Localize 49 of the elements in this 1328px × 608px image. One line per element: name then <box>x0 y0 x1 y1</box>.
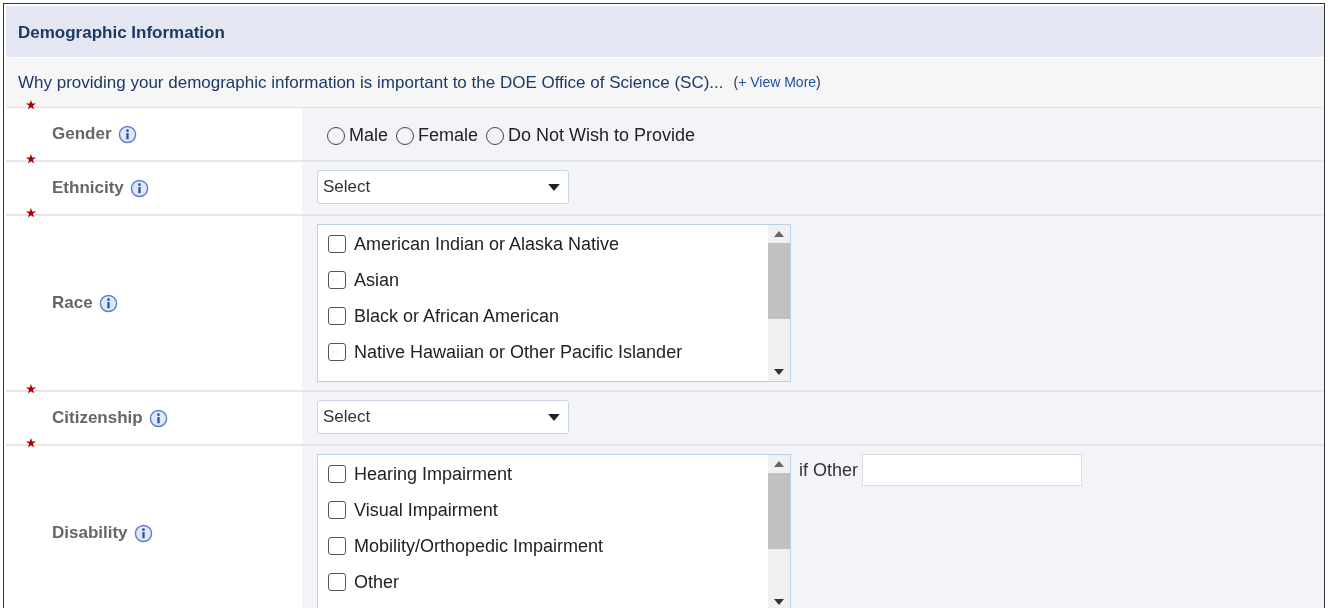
view-more-link[interactable]: + View More <box>738 73 817 90</box>
option-label: Mobility/Orthopedic Impairment <box>354 534 604 558</box>
checkbox[interactable] <box>328 307 346 325</box>
option-label: Hearing Impairment <box>354 462 513 486</box>
field-label: Citizenship <box>52 407 143 430</box>
option-label: Visual Impairment <box>354 498 498 522</box>
checkbox[interactable] <box>328 501 346 519</box>
field-label: Disability <box>52 522 128 545</box>
scroll-down-icon[interactable] <box>774 599 784 605</box>
select-value: Select <box>323 176 371 199</box>
scrollbar[interactable] <box>768 455 790 608</box>
scrollbar[interactable] <box>768 225 790 381</box>
scroll-up-icon[interactable] <box>774 461 784 467</box>
field-label: Ethnicity <box>52 177 124 200</box>
option-label: Do Not Wish to Provide <box>508 124 696 147</box>
option-label: Asian <box>354 268 400 292</box>
other-input-field[interactable] <box>862 454 1083 486</box>
option-label: Other <box>354 570 400 594</box>
checkbox[interactable] <box>328 343 346 361</box>
select-dropdown[interactable]: Select <box>317 170 569 204</box>
field-label: Gender <box>52 123 112 146</box>
option-label: American Indian or Alaska Native <box>354 232 620 256</box>
option-label: Native Hawaiian or Other Pacific Islander <box>354 340 683 364</box>
option-label: Female <box>418 124 479 147</box>
scroll-down-icon[interactable] <box>774 369 784 375</box>
info-icon[interactable] <box>133 523 153 543</box>
checkbox[interactable] <box>328 271 346 289</box>
info-icon[interactable] <box>98 293 118 313</box>
option-label: Male <box>349 124 388 147</box>
select-value: Select <box>323 406 371 429</box>
section-title: Demographic Information <box>6 6 1324 58</box>
checkbox[interactable] <box>328 465 346 483</box>
scrollbar-thumb[interactable] <box>768 473 790 549</box>
scroll-up-icon[interactable] <box>774 231 784 237</box>
intro-text: Why providing your demographic information is important to the DOE Office of Science (SC)... <box>18 71 724 94</box>
info-icon[interactable] <box>148 408 168 428</box>
dropdown-caret-icon <box>548 183 560 191</box>
view-more-text: (+ View More) <box>733 72 821 92</box>
checkbox[interactable] <box>328 537 346 555</box>
other-label: if Other <box>799 458 859 482</box>
select-dropdown[interactable]: Select <box>317 400 569 434</box>
checkbox[interactable] <box>328 573 346 591</box>
field-label: Race <box>52 292 93 315</box>
info-icon[interactable] <box>117 124 137 144</box>
option-label: Black or African American <box>354 304 560 328</box>
dropdown-caret-icon <box>548 413 560 421</box>
checkbox[interactable] <box>328 235 346 253</box>
info-icon[interactable] <box>129 178 149 198</box>
scrollbar-thumb[interactable] <box>768 243 790 319</box>
